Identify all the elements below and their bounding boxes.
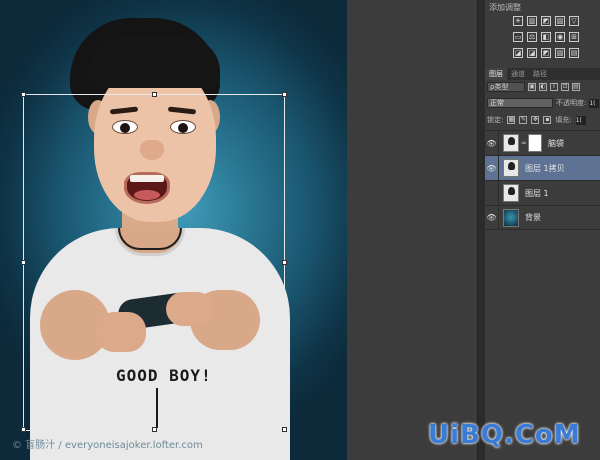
selective-color-icon[interactable]: ▤ [569, 48, 579, 58]
fill-label: 填充: [555, 116, 572, 124]
levels-icon[interactable]: ▥ [527, 16, 537, 26]
gradient-map-icon[interactable]: ▧ [555, 48, 565, 58]
layer-name: 背景 [525, 213, 541, 222]
posterize-icon[interactable]: ◪ [527, 48, 537, 58]
layer-name: 图层 1 [525, 188, 549, 198]
transform-handle-top-right[interactable] [282, 92, 287, 97]
transform-handle-right[interactable] [282, 260, 287, 265]
visibility-hidden-box[interactable] [485, 180, 499, 206]
adjustments-row-3: ◪ ◪ ◩ ▧ ▤ [513, 48, 579, 58]
mask-link-icon[interactable]: ∞ [521, 139, 527, 147]
lock-label: 锁定: [487, 116, 504, 124]
invert-icon[interactable]: ◪ [513, 48, 523, 58]
adjustments-title: 添加调整 [489, 3, 521, 12]
layer-thumbnail [503, 184, 519, 202]
document-canvas[interactable]: GOOD BOY! © 盲肠汁 / everyoneisajoker.lofte… [0, 0, 347, 460]
filter-smart-object-icon[interactable]: ▤ [572, 83, 580, 91]
lock-transparency-icon[interactable]: ▦ [507, 116, 516, 124]
layer-row[interactable]: 👁 ∞ 脑袋 [485, 130, 600, 156]
tab-channels[interactable]: 通道 [507, 68, 529, 80]
lock-pixels-icon[interactable]: ✎ [519, 116, 528, 124]
layer-thumbnail [503, 159, 519, 177]
color-balance-icon[interactable]: ⚖ [527, 32, 537, 42]
transform-handle-left[interactable] [21, 260, 26, 265]
filter-adjustment-icon[interactable]: ◐ [539, 83, 547, 91]
layer-thumbnail [503, 134, 519, 152]
fill-input[interactable]: 1( [575, 115, 586, 125]
black-white-icon[interactable]: ◧ [541, 32, 551, 42]
layer-thumbnail [503, 208, 519, 227]
tab-paths[interactable]: 路径 [529, 68, 551, 80]
blend-mode-select[interactable]: 正常 [487, 98, 553, 108]
layer-row[interactable]: 图层 1 [485, 180, 600, 206]
transform-pivot-point[interactable] [151, 259, 158, 266]
site-watermark-logo: UiBQ.CoM [428, 420, 581, 450]
blend-row: 正常 不透明度: 1( [485, 96, 600, 110]
filter-pixel-icon[interactable]: ▣ [528, 83, 536, 91]
panel-divider[interactable] [477, 0, 485, 460]
watermark-credit: © 盲肠汁 / everyoneisajoker.lofter.com [12, 440, 203, 451]
vibrance-icon[interactable]: ▽ [569, 16, 579, 26]
lock-row: 锁定: ▦ ✎ ✥ ▪ 填充: 1( [485, 113, 600, 127]
lock-position-icon[interactable]: ✥ [531, 116, 540, 124]
opacity-input[interactable]: 1( [589, 98, 600, 108]
curves-icon[interactable]: ◩ [541, 16, 551, 26]
transform-handle-top-left[interactable] [21, 92, 26, 97]
visibility-eye-icon[interactable]: 👁 [485, 205, 499, 230]
right-panel: 添加调整 ☀ ▥ ◩ ▨ ▽ ▭ ⚖ ◧ ◉ ⊞ ◪ ◪ ◩ ▧ ▤ 图层 通道… [485, 0, 600, 460]
layer-kind-select[interactable]: ρ类型 [487, 82, 525, 92]
threshold-icon[interactable]: ◩ [541, 48, 551, 58]
hue-saturation-icon[interactable]: ▭ [513, 32, 523, 42]
transform-handle-bottom[interactable] [152, 427, 157, 432]
layers-panel-tabs: 图层 通道 路径 [485, 68, 600, 80]
channel-mixer-icon[interactable]: ⊞ [569, 32, 579, 42]
transform-handle-bottom-right[interactable] [282, 427, 287, 432]
layer-mask-thumbnail[interactable] [528, 134, 542, 152]
opacity-label: 不透明度: [556, 99, 587, 107]
layer-row[interactable]: 👁 背景 [485, 205, 600, 230]
photo-filter-icon[interactable]: ◉ [555, 32, 565, 42]
tab-layers[interactable]: 图层 [485, 68, 507, 80]
photo-bangs [88, 38, 220, 88]
layer-name: 图层 1拷贝 [525, 163, 565, 173]
visibility-eye-icon[interactable]: 👁 [485, 155, 499, 181]
brightness-icon[interactable]: ☀ [513, 16, 523, 26]
filter-shape-icon[interactable]: ⊡ [561, 83, 569, 91]
adjustments-row-2: ▭ ⚖ ◧ ◉ ⊞ [513, 32, 579, 42]
transform-handle-top[interactable] [152, 92, 157, 97]
layer-filter-row: ρ类型 ▣ ◐ T ⊡ ▤ [485, 80, 600, 94]
transform-handle-bottom-left[interactable] [21, 427, 26, 432]
visibility-eye-icon[interactable]: 👁 [485, 130, 499, 156]
adjustments-row-1: ☀ ▥ ◩ ▨ ▽ [513, 16, 579, 26]
filter-type-icon[interactable]: T [550, 83, 558, 91]
lock-all-icon[interactable]: ▪ [543, 116, 552, 124]
layer-row-selected[interactable]: 👁 图层 1拷贝 [485, 155, 600, 181]
pasteboard-area [347, 0, 477, 460]
exposure-icon[interactable]: ▨ [555, 16, 565, 26]
layer-name: 脑袋 [548, 138, 564, 148]
